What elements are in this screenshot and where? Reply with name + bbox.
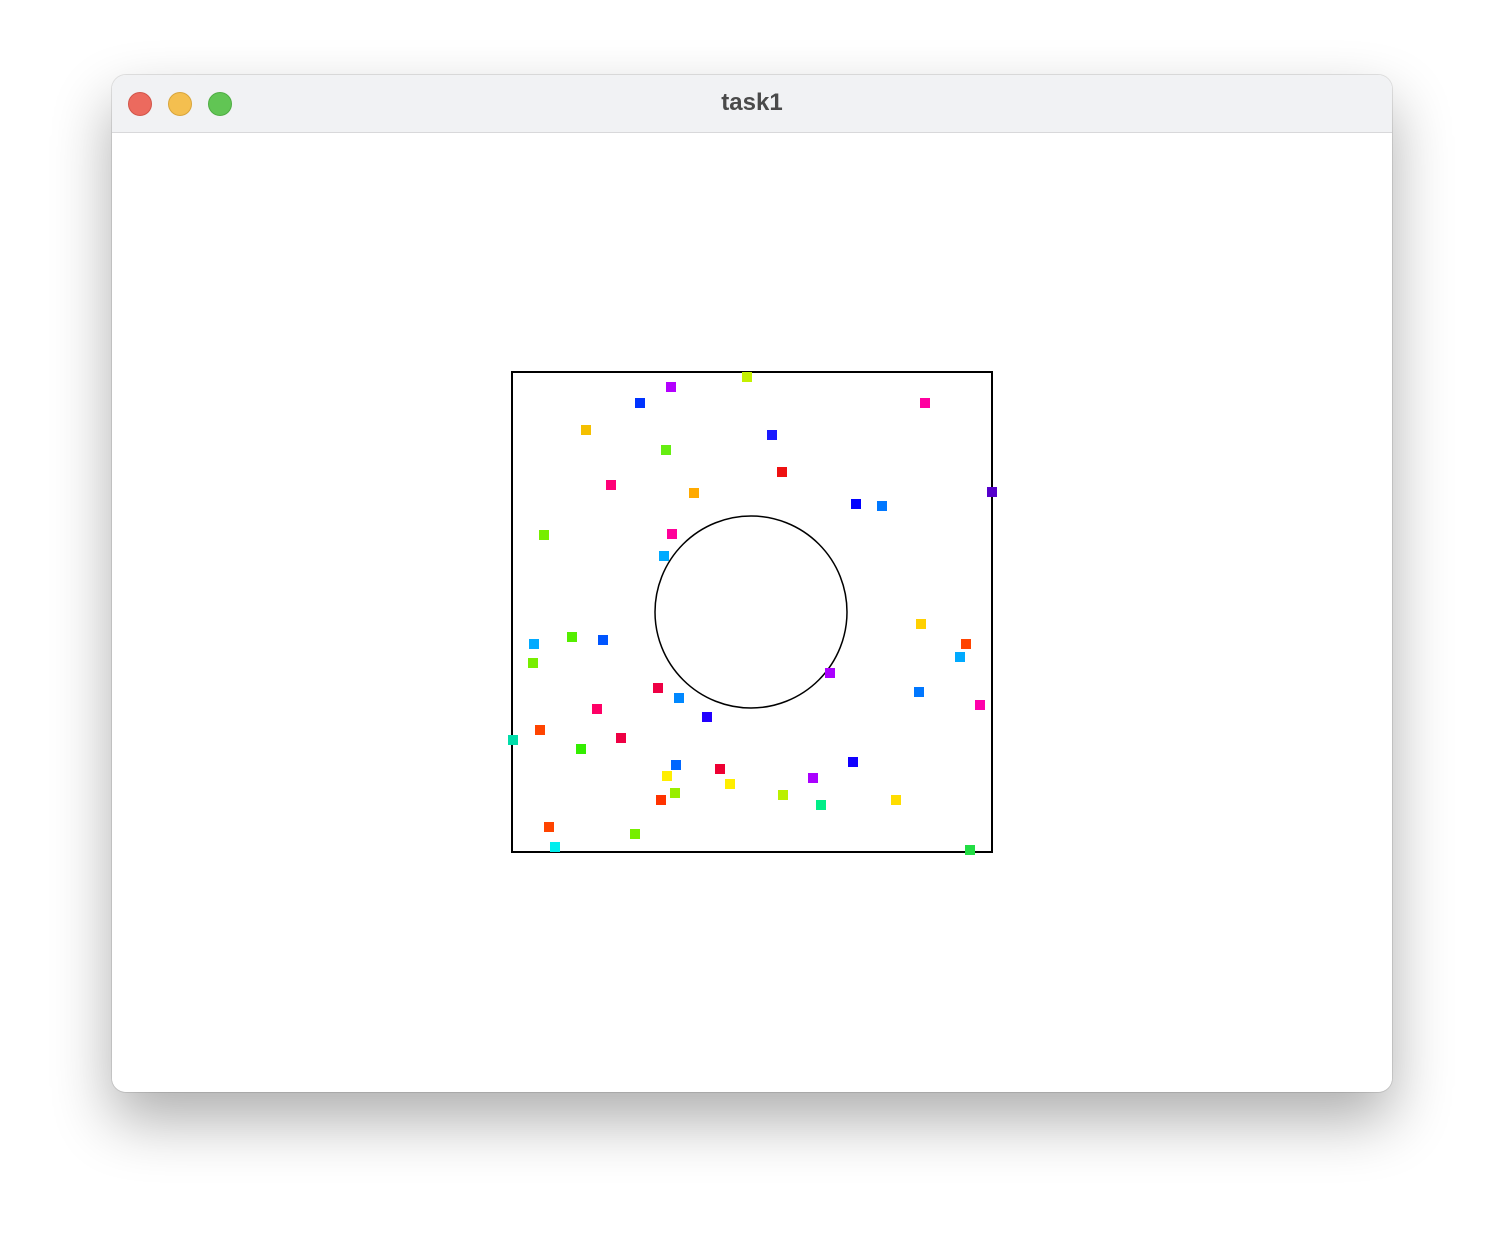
particle	[576, 744, 586, 754]
particle	[592, 704, 602, 714]
particle	[508, 735, 518, 745]
particle	[544, 822, 554, 832]
particle	[742, 372, 752, 382]
boundary-box	[511, 371, 993, 853]
particle	[539, 530, 549, 540]
particle	[808, 773, 818, 783]
particle	[656, 795, 666, 805]
particle	[975, 700, 985, 710]
particle	[529, 639, 539, 649]
particle	[891, 795, 901, 805]
particle	[606, 480, 616, 490]
particle	[659, 551, 669, 561]
particle	[715, 764, 725, 774]
particle	[567, 632, 577, 642]
particle	[848, 757, 858, 767]
particle	[725, 779, 735, 789]
particle	[528, 658, 538, 668]
particle	[987, 487, 997, 497]
particle	[825, 668, 835, 678]
particle	[702, 712, 712, 722]
particle	[635, 398, 645, 408]
particle	[916, 619, 926, 629]
particles	[508, 372, 997, 855]
particle	[666, 382, 676, 392]
particle	[920, 398, 930, 408]
particle	[961, 639, 971, 649]
particle	[777, 467, 787, 477]
app-window: task1	[112, 75, 1392, 1092]
particle	[778, 790, 788, 800]
simulation-canvas	[508, 371, 997, 855]
particle	[662, 771, 672, 781]
particle	[674, 693, 684, 703]
particle	[550, 842, 560, 852]
particle	[616, 733, 626, 743]
particle	[598, 635, 608, 645]
particle	[661, 445, 671, 455]
particle	[877, 501, 887, 511]
particle	[851, 499, 861, 509]
particle	[965, 845, 975, 855]
title-bar[interactable]: task1	[112, 75, 1392, 133]
particle	[581, 425, 591, 435]
particle	[630, 829, 640, 839]
particle	[667, 529, 677, 539]
particle	[816, 800, 826, 810]
particle	[653, 683, 663, 693]
particle	[914, 687, 924, 697]
particle	[535, 725, 545, 735]
obstacle-circle	[654, 515, 848, 709]
window-title: task1	[721, 89, 783, 116]
particle	[767, 430, 777, 440]
particle	[689, 488, 699, 498]
particle	[671, 760, 681, 770]
particle	[955, 652, 965, 662]
particle	[670, 788, 680, 798]
canvas-area	[112, 133, 1392, 1092]
